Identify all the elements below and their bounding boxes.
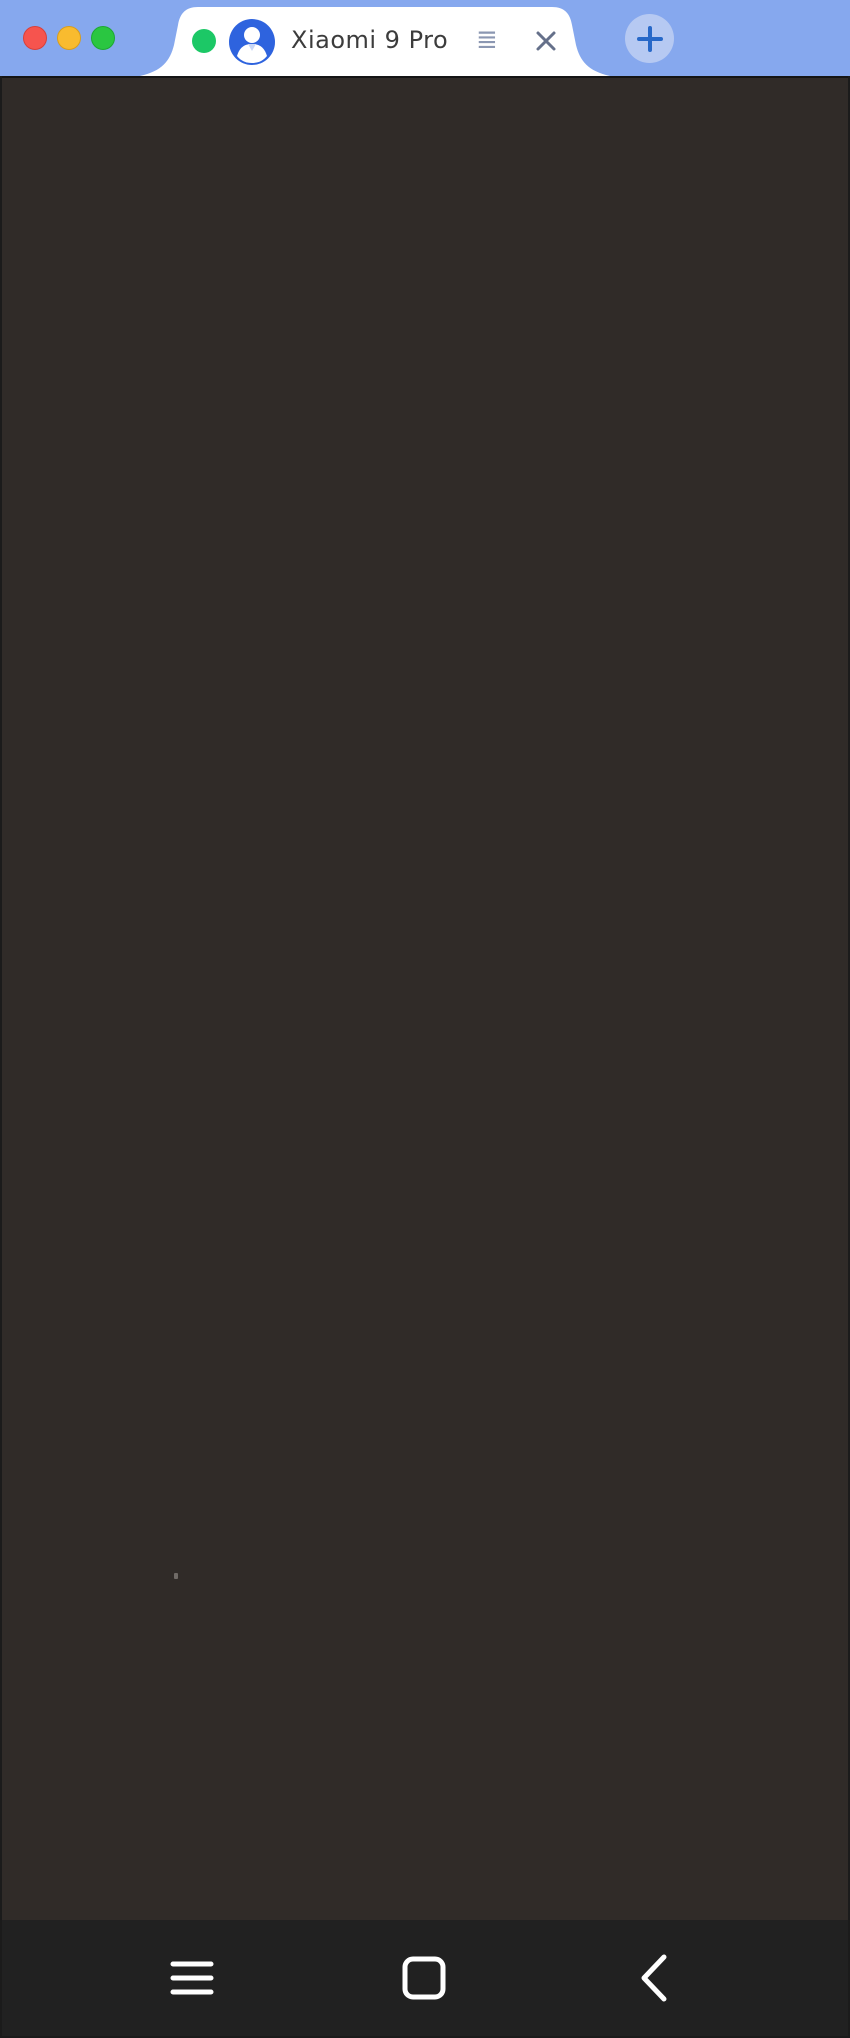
- window-maximize-button[interactable]: [91, 26, 115, 50]
- menu-icon[interactable]: [156, 1942, 228, 2014]
- device-screen[interactable]: [2, 76, 848, 1922]
- user-avatar-icon: [229, 19, 275, 65]
- window-close-button[interactable]: [23, 26, 47, 50]
- device-tab-content: Xiaomi 9 Pro ≣: [176, 7, 576, 76]
- plus-icon: [636, 25, 663, 52]
- home-icon[interactable]: [388, 1942, 460, 2014]
- tab-title: Xiaomi 9 Pro: [291, 26, 449, 54]
- connection-status-dot: [192, 29, 216, 53]
- back-icon[interactable]: [618, 1942, 690, 2014]
- window-titlebar: Xiaomi 9 Pro ≣: [0, 0, 850, 76]
- new-tab-button[interactable]: [625, 14, 674, 63]
- device-navigation-bar: [2, 1920, 848, 2036]
- screen-artifact: [174, 1573, 178, 1579]
- tab-settings-icon[interactable]: ≣: [476, 27, 498, 53]
- close-icon[interactable]: [528, 23, 564, 59]
- window-minimize-button[interactable]: [57, 26, 81, 50]
